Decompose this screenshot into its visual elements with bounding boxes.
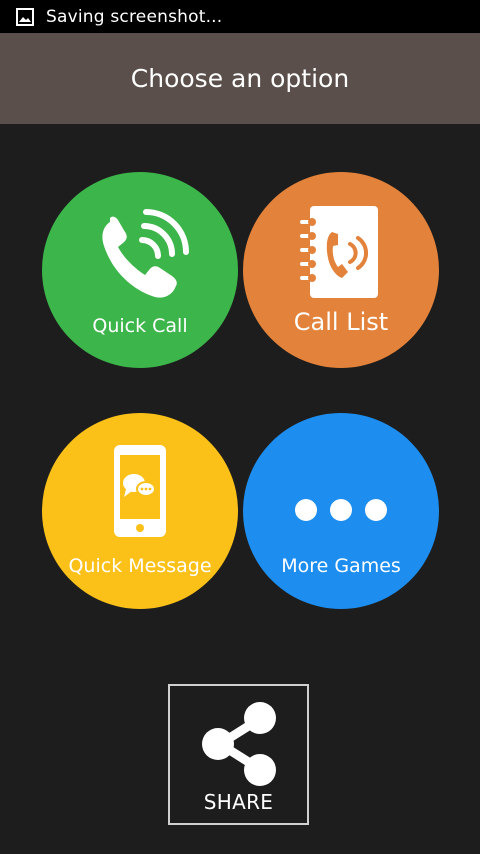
image-icon xyxy=(16,7,34,26)
more-games-button[interactable]: More Games xyxy=(243,413,439,609)
more-dots-icon xyxy=(295,499,387,521)
smartphone-message-icon xyxy=(114,445,166,537)
call-list-button[interactable]: Call List xyxy=(243,172,439,368)
page-title: Choose an option xyxy=(130,64,350,93)
address-book-icon xyxy=(300,206,378,298)
quick-call-button[interactable]: Quick Call xyxy=(42,172,238,368)
more-games-label: More Games xyxy=(281,555,401,577)
share-button[interactable]: SHARE xyxy=(168,684,309,825)
status-text: Saving screenshot... xyxy=(46,6,223,27)
phone-signal-icon xyxy=(102,209,189,298)
share-label: SHARE xyxy=(203,790,274,814)
status-bar: Saving screenshot... xyxy=(0,0,480,33)
quick-message-label: Quick Message xyxy=(68,555,212,577)
page-header: Choose an option xyxy=(0,33,480,124)
quick-call-label: Quick Call xyxy=(92,315,188,337)
share-icon xyxy=(202,702,276,786)
quick-message-button[interactable]: Quick Message xyxy=(42,413,238,609)
call-list-label: Call List xyxy=(293,308,389,336)
